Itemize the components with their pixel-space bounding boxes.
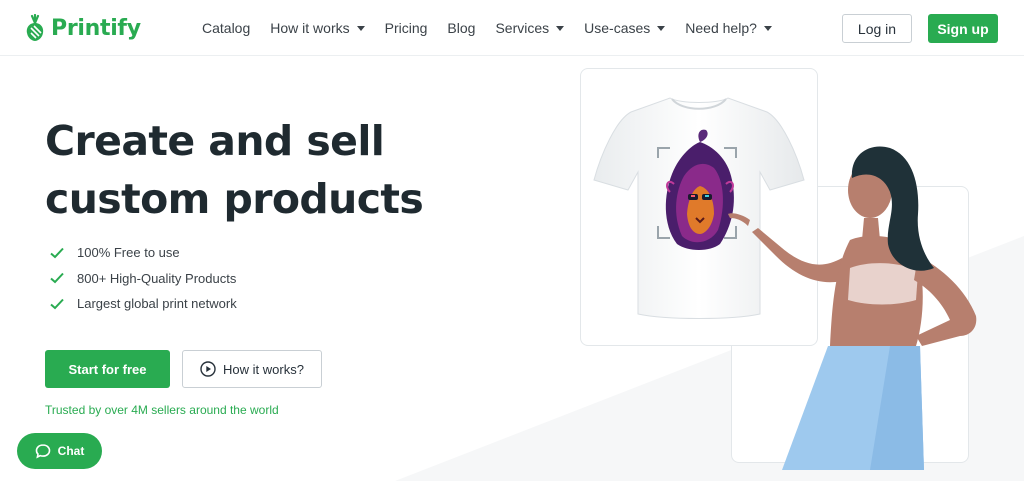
printify-logo[interactable]: Printify <box>24 13 141 43</box>
chevron-down-icon <box>356 25 365 31</box>
hero-title: Create and sell custom products <box>45 117 424 223</box>
feature-text: 100% Free to use <box>77 245 180 261</box>
how-it-works-button[interactable]: How it works? <box>182 350 322 388</box>
chevron-down-icon <box>763 25 772 31</box>
nav-item-blog[interactable]: Blog <box>447 20 475 36</box>
list-item: 800+ High-Quality Products <box>50 266 237 292</box>
trusted-by-text: Trusted by over 4M sellers around the wo… <box>45 403 279 417</box>
login-button[interactable]: Log in <box>842 14 912 43</box>
printify-logo-icon <box>26 14 44 41</box>
nav-item-label: Blog <box>447 20 476 36</box>
chevron-down-icon <box>556 25 565 31</box>
list-item: 100% Free to use <box>50 240 237 266</box>
list-item: Largest global print network <box>50 291 237 317</box>
nav-item-label: Services <box>495 20 550 36</box>
signup-button[interactable]: Sign up <box>928 14 998 43</box>
nav-item-label: Need help? <box>685 20 757 36</box>
chevron-down-icon <box>657 25 666 31</box>
woman-illustration <box>728 146 977 470</box>
play-circle-icon <box>200 361 216 377</box>
feature-list: 100% Free to use 800+ High-Quality Produ… <box>50 240 237 317</box>
check-icon <box>50 247 64 259</box>
chat-bubble-icon <box>35 444 50 459</box>
nav-item-label: Pricing <box>384 20 428 36</box>
nav-item-how-it-works[interactable]: How it works <box>270 20 365 36</box>
start-for-free-button[interactable]: Start for free <box>45 350 170 388</box>
main-nav: Catalog How it works Pricing Blog Servic… <box>202 0 792 56</box>
feature-text: 800+ High-Quality Products <box>77 270 237 286</box>
nav-item-label: How it works <box>270 20 350 36</box>
chat-label: Chat <box>57 444 85 458</box>
site-header: Printify Catalog How it works Pricing Bl… <box>0 0 1024 56</box>
nav-item-use-cases[interactable]: Use-cases <box>584 20 666 36</box>
feature-text: Largest global print network <box>77 296 237 312</box>
nav-item-label: Use-cases <box>584 20 651 36</box>
nav-item-catalog[interactable]: Catalog <box>202 20 250 36</box>
nav-item-pricing[interactable]: Pricing <box>385 20 428 36</box>
nav-item-need-help[interactable]: Need help? <box>685 20 772 36</box>
nav-item-services[interactable]: Services <box>495 20 565 36</box>
check-icon <box>50 273 64 284</box>
check-icon <box>50 298 64 310</box>
how-it-works-label: How it works? <box>223 361 304 377</box>
brand-name: Printify <box>51 15 141 41</box>
chat-button[interactable]: Chat <box>17 433 102 469</box>
nav-item-label: Catalog <box>202 20 251 36</box>
